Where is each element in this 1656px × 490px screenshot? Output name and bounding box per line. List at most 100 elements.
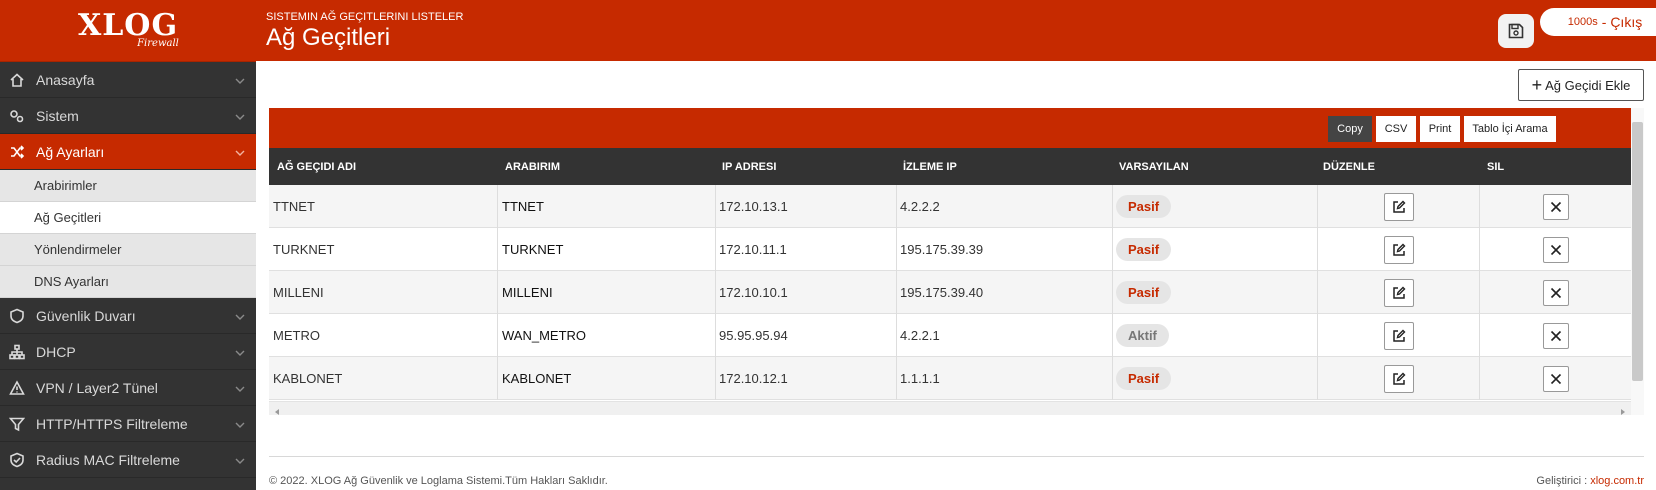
sidebar-subitem-ag-gecitleri[interactable]: Ağ Geçitleri [0,202,256,234]
logo-text: XLOG [77,8,179,43]
gears-icon [8,107,26,125]
sidebar-item-ag-ayarlari[interactable]: Ağ Ayarları [0,134,256,170]
sidebar-item-radius-mac[interactable]: Radius MAC Filtreleme [0,442,256,478]
logo-subtext: Firewall [137,38,179,49]
table-toolbar: Copy CSV Print Tablo İçi Arama [269,108,1631,148]
delete-button[interactable] [1542,236,1569,263]
sidebar-item-http-filtreleme[interactable]: HTTP/HTTPS Filtreleme [0,406,256,442]
plus-icon: + [1531,75,1543,95]
copy-button[interactable]: Copy [1328,116,1372,142]
chevron-down-icon [234,146,246,158]
shuffle-icon [8,143,26,161]
cell-delete [1480,357,1631,400]
page-subtitle: SISTEMIN AĞ GEÇITLERINI LISTELER [266,11,464,23]
cell-interface: KABLONET [498,357,716,400]
cell-ip-address: 172.10.10.1 [716,271,897,314]
cell-monitor-ip: 195.175.39.40 [897,271,1113,314]
vertical-scrollbar[interactable] [1631,108,1644,415]
column-header-interface[interactable]: ARABIRIM [505,148,560,185]
chevron-down-icon [234,110,246,122]
cell-gateway-name: METRO [269,314,498,357]
cell-ip-address: 172.10.11.1 [716,228,897,271]
edit-button[interactable] [1383,278,1414,307]
close-icon [1548,199,1564,215]
cell-edit [1318,314,1480,357]
cell-gateway-name: KABLONET [269,357,498,400]
edit-button[interactable] [1383,321,1414,350]
edit-button[interactable] [1383,364,1414,393]
status-badge: Aktif [1116,324,1169,347]
column-header-delete: SIL [1487,160,1505,173]
warning-icon [8,379,26,397]
sidebar-subitem-dns-ayarlari[interactable]: DNS Ayarları [0,266,256,298]
cell-delete [1480,314,1631,357]
csv-button[interactable]: CSV [1376,116,1416,142]
save-button[interactable] [1498,14,1534,48]
close-icon [1548,285,1564,301]
column-header-monitor-ip[interactable]: İZLEME IP [903,148,957,185]
cell-edit [1318,357,1480,400]
sidebar-item-anasayfa[interactable]: Anasayfa [0,62,256,98]
table-search-button[interactable]: Tablo İçi Arama [1464,116,1556,142]
sidebar-item-label: Ağ Ayarları [36,143,105,160]
column-header-default[interactable]: VARSAYILAN [1119,148,1189,185]
cell-delete [1480,185,1631,228]
app-root: XLOG Firewall Anasayfa Sistem Ağ Ayarlar… [0,0,1656,490]
logout-button[interactable]: 1000s - Çıkış [1540,8,1656,36]
edit-button[interactable] [1383,235,1414,264]
sidebar-subitem-yonlendirmeler[interactable]: Yönlendirmeler [0,234,256,266]
cell-monitor-ip: 1.1.1.1 [897,357,1113,400]
table-body: TTNET TTNET 172.10.13.1 4.2.2.2 Pasif TURKNET… [269,185,1631,400]
horizontal-scrollbar[interactable] [269,401,1631,415]
add-gateway-button[interactable]: + Ağ Geçidi Ekle [1518,69,1644,101]
home-icon [8,71,26,89]
status-badge: Pasif [1116,195,1172,218]
cell-gateway-name: TURKNET [269,228,498,271]
sidebar-item-label: Radius MAC Filtreleme [36,451,180,468]
status-badge: Pasif [1116,367,1172,390]
cell-gateway-name: TTNET [269,185,498,228]
sidebar-item-sistem[interactable]: Sistem [0,98,256,134]
column-header-name[interactable]: AĞ GEÇIDI ADI [277,148,356,185]
sidebar-subitem-arabirimler[interactable]: Arabirimler [0,170,256,202]
sidebar-item-guvenlik-duvari[interactable]: Güvenlik Duvarı [0,298,256,334]
delete-button[interactable] [1542,365,1569,392]
gateways-table: Copy CSV Print Tablo İçi Arama AĞ GEÇIDI… [269,108,1644,476]
cell-delete [1480,228,1631,271]
filter-icon [8,415,26,433]
chevron-down-icon [234,418,246,430]
cell-edit [1318,228,1480,271]
delete-button[interactable] [1542,322,1569,349]
footer-developer: Geliştirici : xlog.com.tr [1536,475,1644,487]
cell-interface: TTNET [498,185,716,228]
column-header-ip[interactable]: IP ADRESI [722,148,776,185]
cell-delete [1480,271,1631,314]
session-timer: 1000s [1567,16,1598,28]
logo[interactable]: XLOG Firewall [0,0,256,62]
sidebar-item-vpn[interactable]: VPN / Layer2 Tünel [0,370,256,406]
edit-icon [1391,371,1407,387]
cell-interface: TURKNET [498,228,716,271]
cell-monitor-ip: 4.2.2.2 [897,185,1113,228]
cell-gateway-name: MILLENI [269,271,498,314]
top-header: SISTEMIN AĞ GEÇITLERINI LISTELER Ağ Geçi… [256,0,1656,61]
sidebar-subitem-label: Ağ Geçitleri [34,210,102,225]
scrollbar-thumb[interactable] [1632,122,1643,381]
developer-link[interactable]: xlog.com.tr [1590,475,1644,487]
sidebar-item-dhcp[interactable]: DHCP [0,334,256,370]
cell-monitor-ip: 4.2.2.1 [897,314,1113,357]
cell-ip-address: 172.10.13.1 [716,185,897,228]
edit-icon [1391,285,1407,301]
sidebar-item-label: Anasayfa [36,71,95,88]
delete-button[interactable] [1542,279,1569,306]
scroll-right-icon[interactable] [1618,404,1628,415]
cell-interface: WAN_METRO [498,314,716,357]
delete-button[interactable] [1542,193,1569,220]
edit-icon [1391,199,1407,215]
print-button[interactable]: Print [1420,116,1460,142]
edit-button[interactable] [1383,192,1414,221]
chevron-down-icon [234,74,246,86]
cell-default: Pasif [1113,357,1318,400]
shield-icon [8,307,26,325]
scroll-left-icon[interactable] [272,404,282,415]
